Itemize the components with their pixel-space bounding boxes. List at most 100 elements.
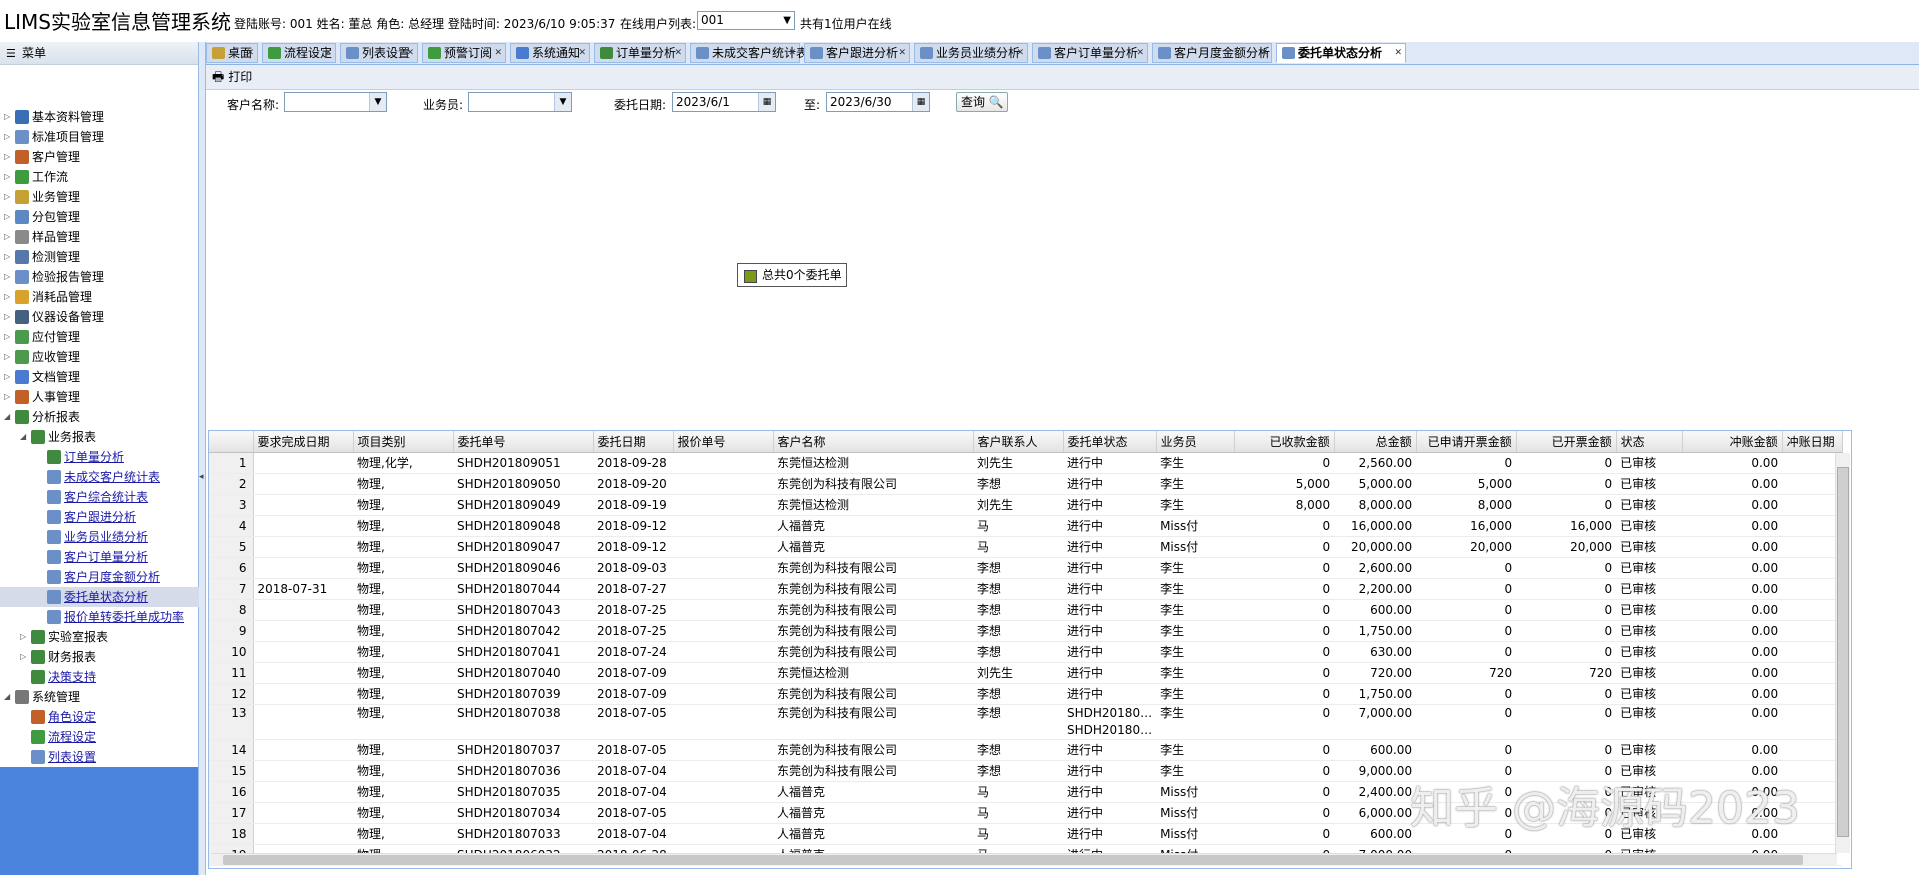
salesman-select[interactable]: ▼ [468, 92, 572, 112]
expand-toggle-icon[interactable]: ▷ [4, 187, 14, 207]
expand-toggle-icon[interactable]: ▷ [4, 147, 14, 167]
vertical-scrollbar[interactable] [1835, 453, 1850, 853]
tab[interactable]: 系统通知 ✕ [510, 43, 590, 63]
sidebar-item[interactable]: ▷ 业务管理 [4, 187, 80, 207]
expand-toggle-icon[interactable]: ▷ [4, 107, 14, 127]
tab[interactable]: 客户订单量分析 ✕ [1032, 43, 1148, 63]
close-icon[interactable]: ✕ [1394, 44, 1402, 62]
sidebar-item[interactable]: ▷ 实验室报表 [20, 627, 108, 647]
print-button[interactable]: 🖶 打印 [212, 69, 252, 86]
close-icon[interactable]: ✕ [1016, 44, 1024, 62]
sidebar-item[interactable]: ▷ 检测管理 [4, 247, 80, 267]
scrollbar-thumb[interactable] [223, 855, 1803, 865]
expand-toggle-icon[interactable]: ◢ [20, 427, 30, 447]
tab[interactable]: 未成交客户统计表 ✕ [690, 43, 808, 63]
scrollbar-thumb[interactable] [1837, 467, 1849, 837]
table-row[interactable]: 7 2018-07-31 物理, SHDH201807044 2018-07-27 东莞创… [209, 578, 1843, 600]
expand-toggle-icon[interactable]: ▷ [4, 327, 14, 347]
close-icon[interactable]: ✕ [898, 44, 906, 62]
column-header[interactable]: 客户联系人 [973, 431, 1064, 453]
column-header[interactable] [209, 431, 254, 453]
expand-toggle-icon[interactable]: ▷ [4, 207, 14, 227]
column-header[interactable]: 已开票金额 [1516, 431, 1617, 453]
expand-toggle-icon[interactable]: ◢ [4, 407, 14, 427]
expand-toggle-icon[interactable]: ▷ [4, 387, 14, 407]
sidebar-item[interactable]: ▷ 应收管理 [4, 347, 80, 367]
column-header[interactable]: 要求完成日期 [253, 431, 354, 453]
sidebar-item[interactable]: ◢ 分析报表 [4, 407, 80, 427]
tab[interactable]: 桌面 ✕ [206, 43, 258, 63]
column-header[interactable]: 委托单状态 [1063, 431, 1157, 453]
table-row[interactable]: 13 物理, SHDH201807038 2018-07-05 东莞创为科技有限公司 李想… [209, 704, 1843, 740]
table-row[interactable]: 5 物理, SHDH201809047 2018-09-12 人福普克马进行中 Miss付… [209, 536, 1843, 558]
close-icon[interactable]: ✕ [674, 44, 682, 62]
table-row[interactable]: 4 物理, SHDH201809048 2018-09-12 人福普克马进行中 Miss付… [209, 515, 1843, 537]
sidebar-item[interactable]: 客户跟进分析 [36, 507, 136, 527]
sidebar-item[interactable]: 决策支持 [20, 667, 96, 687]
sidebar-item[interactable]: 客户订单量分析 [36, 547, 148, 567]
column-header[interactable]: 客户名称 [773, 431, 974, 453]
tab[interactable]: 流程设定 ✕ [262, 43, 336, 63]
close-icon[interactable]: ✕ [246, 44, 254, 62]
table-row[interactable]: 10 物理, SHDH201807041 2018-07-24 东莞创为科技有限公司 李想… [209, 641, 1843, 663]
expand-toggle-icon[interactable]: ▷ [4, 247, 14, 267]
expand-toggle-icon[interactable]: ▷ [4, 307, 14, 327]
expand-toggle-icon[interactable]: ▷ [4, 167, 14, 187]
sidebar-item[interactable]: ▷ 基本资料管理 [4, 107, 104, 127]
sidebar-item[interactable]: 报价单转委托单成功率 [36, 607, 184, 627]
column-header[interactable]: 已申请开票金额 [1416, 431, 1517, 453]
sidebar-item[interactable]: ◢ 系统管理 [4, 687, 80, 707]
date-from-input[interactable]: 2023/6/1 ▦ [672, 92, 776, 112]
sidebar-item[interactable]: ▷ 分包管理 [4, 207, 80, 227]
sidebar-item[interactable]: ▷ 应付管理 [4, 327, 80, 347]
expand-toggle-icon[interactable]: ▷ [4, 267, 14, 287]
close-icon[interactable]: ✕ [324, 44, 332, 62]
sidebar-item[interactable]: ◢ 业务报表 [20, 427, 96, 447]
close-icon[interactable]: ✕ [494, 44, 502, 62]
expand-toggle-icon[interactable]: ▷ [4, 287, 14, 307]
sidebar-item[interactable]: 业务员业绩分析 [36, 527, 148, 547]
calendar-icon[interactable]: ▦ [912, 93, 929, 111]
sidebar-item[interactable]: ▷ 样品管理 [4, 227, 80, 247]
expand-toggle-icon[interactable]: ▷ [4, 367, 14, 387]
sidebar-item[interactable]: 列表设置 [20, 747, 96, 767]
expand-toggle-icon[interactable]: ▷ [4, 127, 14, 147]
table-row[interactable]: 2 物理, SHDH201809050 2018-09-20 东莞创为科技有限公司 李想进… [209, 473, 1843, 495]
column-header[interactable]: 总金额 [1334, 431, 1417, 453]
expand-toggle-icon[interactable]: ▷ [4, 227, 14, 247]
column-header[interactable]: 业务员 [1156, 431, 1235, 453]
column-header[interactable]: 冲账金额 [1682, 431, 1783, 453]
table-row[interactable]: 6 物理, SHDH201809046 2018-09-03 东莞创为科技有限公司 李想进… [209, 557, 1843, 579]
sidebar-item[interactable]: ▷ 标准项目管理 [4, 127, 104, 147]
column-header[interactable]: 报价单号 [673, 431, 774, 453]
close-icon[interactable]: ✕ [578, 44, 586, 62]
tab[interactable]: 客户月度金额分析 ✕ [1152, 43, 1272, 63]
sidebar-item[interactable]: 未成交客户统计表 [36, 467, 160, 487]
sidebar-item[interactable]: 客户综合统计表 [36, 487, 148, 507]
expand-toggle-icon[interactable]: ▷ [20, 627, 30, 647]
column-header[interactable]: 冲账日期 [1782, 431, 1843, 453]
expand-toggle-icon[interactable]: ▷ [20, 647, 30, 667]
column-header[interactable]: 项目类别 [353, 431, 454, 453]
query-button[interactable]: 查询 🔍 [956, 92, 1008, 112]
column-header[interactable]: 委托日期 [593, 431, 674, 453]
sidebar-item[interactable]: ▷ 检验报告管理 [4, 267, 104, 287]
table-row[interactable]: 9 物理, SHDH201807042 2018-07-25 东莞创为科技有限公司 李想进… [209, 620, 1843, 642]
sidebar-item[interactable]: 客户月度金额分析 [36, 567, 160, 587]
column-header[interactable]: 状态 [1616, 431, 1683, 453]
sidebar-item[interactable]: ▷ 文档管理 [4, 367, 80, 387]
online-users-select[interactable]: 001 ▼ [697, 11, 795, 30]
sidebar-item[interactable]: ▷ 工作流 [4, 167, 68, 187]
sidebar-item[interactable]: ▷ 消耗品管理 [4, 287, 92, 307]
expand-toggle-icon[interactable]: ◢ [4, 687, 14, 707]
table-row[interactable]: 8 物理, SHDH201807043 2018-07-25 东莞创为科技有限公司 李想进… [209, 599, 1843, 621]
collapse-arrow-icon[interactable]: ◂ [199, 472, 204, 482]
close-icon[interactable]: ✕ [1136, 44, 1144, 62]
sidebar-item[interactable]: ▷ 人事管理 [4, 387, 80, 407]
sidebar-item[interactable]: ▷ 客户管理 [4, 147, 80, 167]
column-header[interactable]: 委托单号 [453, 431, 594, 453]
expand-toggle-icon[interactable]: ▷ [4, 347, 14, 367]
table-row[interactable]: 14 物理, SHDH201807037 2018-07-05 东莞创为科技有限公司 李想… [209, 739, 1843, 761]
table-row[interactable]: 12 物理, SHDH201807039 2018-07-09 东莞创为科技有限公司 李想… [209, 683, 1843, 705]
table-row[interactable]: 3 物理, SHDH201809049 2018-09-19 东莞恒达检测 刘先生 进行中李… [209, 494, 1843, 516]
